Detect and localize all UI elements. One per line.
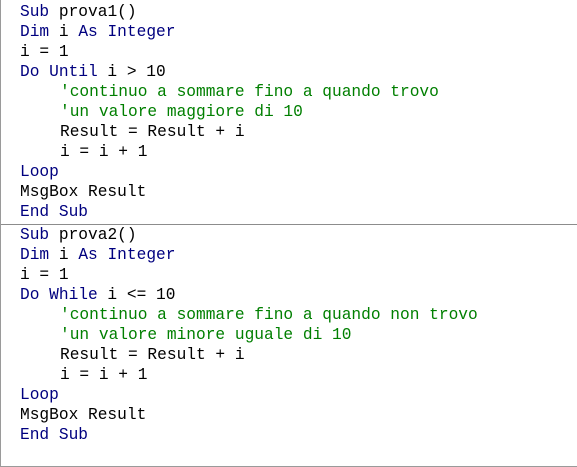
keyword: Do Until <box>20 63 98 81</box>
code-text: i = 1 <box>20 43 69 61</box>
code-line[interactable]: Dim i As Integer <box>1 245 577 265</box>
code-text: prova2() <box>49 226 137 244</box>
code-editor[interactable]: Sub prova1() Dim i As Integer i = 1 Do U… <box>0 0 577 467</box>
keyword: Sub <box>20 3 50 21</box>
comment-text: 'continuo a sommare fino a quando trovo <box>60 83 439 101</box>
code-line[interactable]: Sub prova1() <box>1 2 577 22</box>
code-text: Result = Result + i <box>60 346 245 364</box>
code-line[interactable]: MsgBox Result <box>1 182 577 202</box>
code-line[interactable]: 'un valore minore uguale di 10 <box>1 325 577 345</box>
keyword: As <box>78 23 98 41</box>
code-text: MsgBox Result <box>20 406 147 424</box>
code-line[interactable]: End Sub <box>1 202 577 222</box>
code-line[interactable]: Do While i <= 10 <box>1 285 577 305</box>
keyword: End Sub <box>20 426 88 444</box>
code-line[interactable]: 'continuo a sommare fino a quando non tr… <box>1 305 577 325</box>
keyword: Dim <box>20 23 50 41</box>
code-text: i > 10 <box>97 63 166 81</box>
procedure-prova2[interactable]: Sub prova2() Dim i As Integer i = 1 Do W… <box>1 225 577 445</box>
code-line[interactable]: Result = Result + i <box>1 345 577 365</box>
keyword: Dim <box>20 246 50 264</box>
keyword: As <box>78 246 98 264</box>
code-text: MsgBox Result <box>20 183 147 201</box>
keyword: Do While <box>20 286 98 304</box>
code-text: i = i + 1 <box>60 143 148 161</box>
code-line[interactable]: Sub prova2() <box>1 225 577 245</box>
keyword: Loop <box>20 386 59 404</box>
code-text: prova1() <box>49 3 137 21</box>
comment-text: 'continuo a sommare fino a quando non tr… <box>60 306 478 324</box>
code-line[interactable]: MsgBox Result <box>1 405 577 425</box>
code-text: i = i + 1 <box>60 366 148 384</box>
code-text: Result = Result + i <box>60 123 245 141</box>
keyword: Loop <box>20 163 59 181</box>
comment-text: 'un valore minore uguale di 10 <box>60 326 352 344</box>
code-line[interactable]: 'un valore maggiore di 10 <box>1 102 577 122</box>
code-text: i = 1 <box>20 266 69 284</box>
code-line[interactable]: Result = Result + i <box>1 122 577 142</box>
keyword: Integer <box>107 246 176 264</box>
code-line[interactable]: Loop <box>1 385 577 405</box>
code-line[interactable]: 'continuo a sommare fino a quando trovo <box>1 82 577 102</box>
code-line[interactable]: i = i + 1 <box>1 142 577 162</box>
code-text: i <= 10 <box>97 286 176 304</box>
code-line[interactable]: i = 1 <box>1 42 577 62</box>
code-line[interactable]: i = i + 1 <box>1 365 577 385</box>
code-line[interactable]: Dim i As Integer <box>1 22 577 42</box>
code-text: i <box>49 246 79 264</box>
code-line[interactable]: i = 1 <box>1 265 577 285</box>
code-line[interactable]: End Sub <box>1 425 577 445</box>
code-line[interactable]: Loop <box>1 162 577 182</box>
keyword: End Sub <box>20 203 88 221</box>
code-text: i <box>49 23 79 41</box>
procedure-prova1[interactable]: Sub prova1() Dim i As Integer i = 1 Do U… <box>1 2 577 222</box>
code-line[interactable]: Do Until i > 10 <box>1 62 577 82</box>
comment-text: 'un valore maggiore di 10 <box>60 103 303 121</box>
keyword: Integer <box>107 23 176 41</box>
keyword: Sub <box>20 226 50 244</box>
